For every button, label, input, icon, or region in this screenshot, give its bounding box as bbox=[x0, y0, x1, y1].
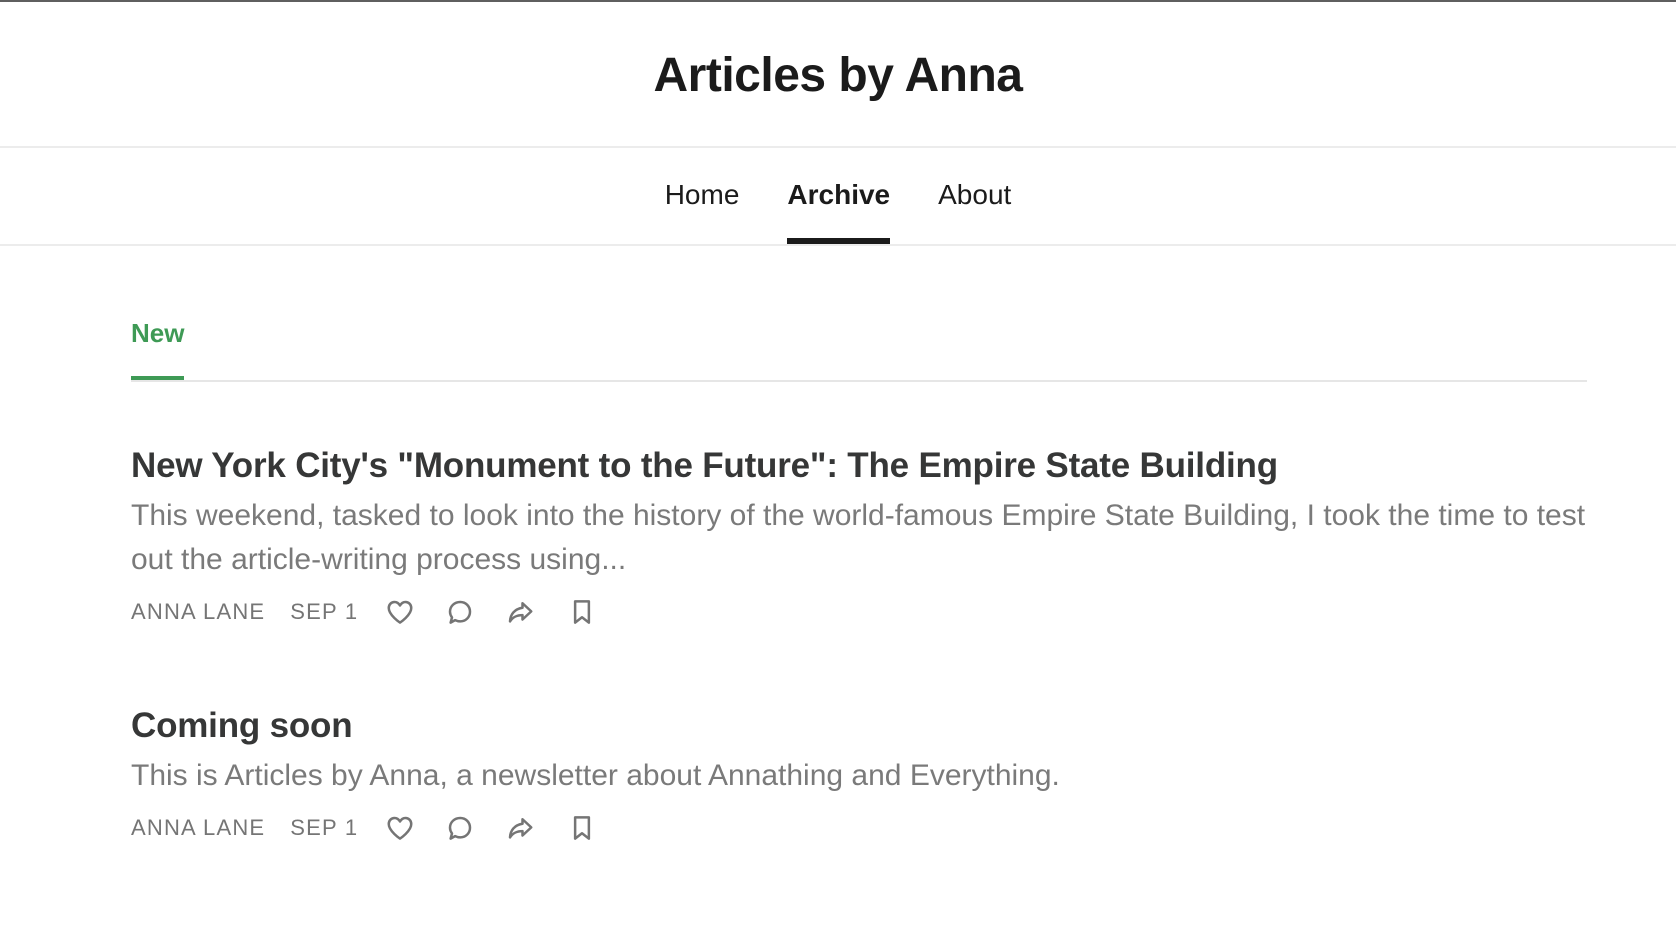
post-excerpt[interactable]: This is Articles by Anna, a newsletter a… bbox=[131, 754, 1587, 798]
heart-icon[interactable] bbox=[384, 596, 416, 628]
post-item: New York City's "Monument to the Future"… bbox=[131, 444, 1587, 632]
bookmark-icon[interactable] bbox=[566, 596, 598, 628]
heart-icon[interactable] bbox=[384, 812, 416, 844]
post-date: SEP 1 bbox=[290, 599, 359, 624]
nav-list: Home Archive About bbox=[0, 148, 1676, 244]
sort-tabbar: New bbox=[131, 246, 1587, 382]
nav-item-home[interactable]: Home bbox=[665, 148, 740, 244]
post-title[interactable]: Coming soon bbox=[131, 704, 1587, 748]
post-author[interactable]: ANNA LANE bbox=[131, 815, 265, 841]
post-meta: ANNA LANE SEP 1 bbox=[131, 808, 1587, 848]
comment-icon[interactable] bbox=[444, 812, 476, 844]
masthead: Articles by Anna bbox=[0, 2, 1676, 148]
nav-item-about[interactable]: About bbox=[938, 148, 1011, 244]
post-author[interactable]: ANNA LANE bbox=[131, 599, 265, 625]
comment-icon[interactable] bbox=[444, 596, 476, 628]
post-date: SEP 1 bbox=[290, 815, 359, 840]
site-title[interactable]: Articles by Anna bbox=[0, 46, 1676, 106]
post-title[interactable]: New York City's "Monument to the Future"… bbox=[131, 444, 1587, 488]
post-meta: ANNA LANE SEP 1 bbox=[131, 592, 1587, 632]
post-item: Coming soon This is Articles by Anna, a … bbox=[131, 704, 1587, 848]
bookmark-icon[interactable] bbox=[566, 812, 598, 844]
archive-content: New New York City's "Monument to the Fut… bbox=[131, 246, 1587, 840]
post-excerpt[interactable]: This weekend, tasked to look into the hi… bbox=[131, 494, 1587, 582]
tab-new[interactable]: New bbox=[131, 318, 185, 380]
share-icon[interactable] bbox=[504, 596, 536, 628]
top-navigation: Home Archive About bbox=[0, 148, 1676, 246]
nav-item-archive[interactable]: Archive bbox=[787, 148, 890, 244]
share-icon[interactable] bbox=[504, 812, 536, 844]
